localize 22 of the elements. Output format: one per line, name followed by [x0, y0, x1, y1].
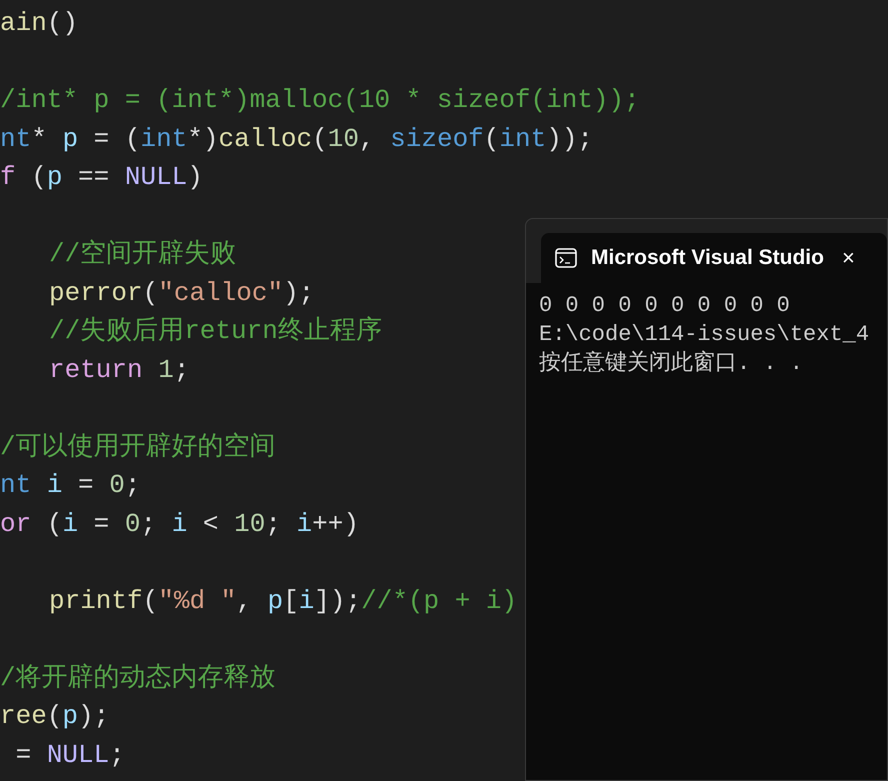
code-comment: /int* p = (int*)malloc(10 * sizeof(int)); [0, 84, 640, 117]
code-comment: /可以使用开辟好的空间 [0, 430, 276, 464]
code-line: f (p == NULL) [0, 161, 203, 194]
close-button[interactable]: × [842, 247, 855, 269]
console-output-line: E:\code\114-issues\text_4 [539, 321, 870, 349]
code-line: or (i = 0; i < 10; i++) [0, 508, 359, 540]
console-output-line: 按任意键关闭此窗口. . . [539, 349, 804, 378]
code-comment: //空间开辟失败 [49, 238, 236, 271]
code-comment: /将开辟的动态内存释放 [0, 662, 276, 694]
console-tab[interactable]: Microsoft Visual Studio × [541, 233, 887, 283]
code-line: = NULL; [14, 738, 125, 772]
code-line: nt* p = (int*)calloc(10, sizeof(int)); [0, 122, 594, 156]
code-line: ain() [0, 7, 78, 40]
console-output-line: 0 0 0 0 0 0 0 0 0 0 [539, 292, 791, 320]
code-line: ree(p); [0, 700, 110, 733]
code-comment: //失败后用return终止程序 [49, 315, 382, 348]
console-icon [555, 248, 577, 268]
code-line: printf("%d ", p[i]);//*(p + i) [49, 584, 518, 618]
console-title: Microsoft Visual Studio [591, 245, 824, 272]
code-line: perror("calloc"); [49, 276, 314, 310]
code-line: nt i = 0; [0, 469, 140, 502]
code-line: return 1; [49, 354, 190, 386]
